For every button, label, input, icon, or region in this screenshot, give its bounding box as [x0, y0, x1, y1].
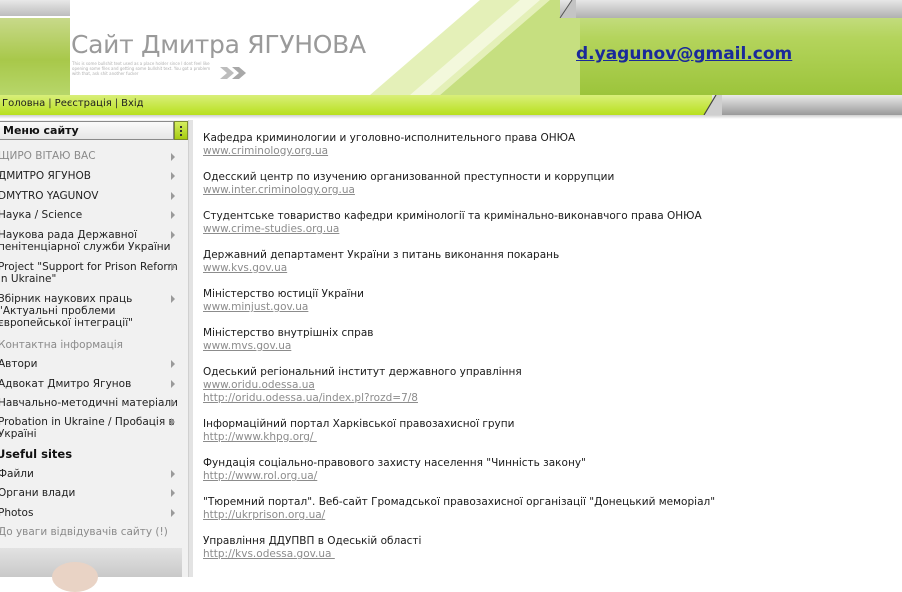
sidebar-item-authors[interactable]: Автори	[0, 358, 178, 370]
link-entry-url[interactable]: www.crime-studies.org.ua	[203, 223, 702, 236]
link-entry-url[interactable]: www.kvs.gov.ua	[203, 262, 559, 275]
chevron-right-icon	[171, 399, 175, 407]
link-entry-url[interactable]: http://kvs.odessa.gov.ua	[203, 548, 421, 561]
sidebar-item-scientific-works[interactable]: Збірник наукових праць "Актуальні пробле…	[0, 293, 178, 329]
link-entry: Управління ДДУПВП в Одеській області htt…	[203, 535, 421, 561]
link-entry-url[interactable]: http://www.khpg.org/	[203, 431, 514, 444]
nav-shadow	[0, 115, 902, 119]
sidebar-item-science[interactable]: Наука / Science	[0, 209, 178, 221]
sidebar-item-teaching-materials[interactable]: Навчально-методичні матеріали	[0, 397, 178, 409]
chevron-right-icon	[171, 153, 175, 161]
chevron-right-icon	[171, 231, 175, 239]
sidebar-item-photos[interactable]: Photos	[0, 507, 178, 519]
sidebar-photo	[0, 548, 182, 592]
nav-links: Головна | Реєстрація | Вхід	[2, 98, 144, 109]
link-entry: Кафедра криминологии и уголовно-исполнит…	[203, 132, 575, 158]
nav-bar-gray-edge	[703, 95, 722, 115]
link-entry: Міністерство внутрішніх справ www.mvs.go…	[203, 327, 373, 353]
link-entry-url[interactable]: http://oridu.odessa.ua/index.pl?rozd=7/8	[203, 392, 522, 405]
sidebar-menu-header: Меню сайту	[0, 121, 174, 140]
link-entry: Державний департамент України з питань в…	[203, 249, 559, 275]
link-entry: Одеський регіональний інститут державног…	[203, 366, 522, 405]
link-entry-url[interactable]: www.inter.criminology.org.ua	[203, 184, 614, 197]
nav-bar-gray-section	[712, 95, 902, 115]
link-entry-title: Інформаційний портал Харківської правоза…	[203, 418, 515, 430]
site-title[interactable]: Сайт Дмитра ЯГУНОВА	[71, 30, 366, 59]
link-entry-title: Міністерство внутрішніх справ	[203, 327, 374, 339]
sidebar-item-prison-reform-project[interactable]: Project "Support for Prison Reform in Uk…	[0, 261, 178, 285]
header-top-gray-edge	[559, 0, 576, 18]
nav-link-home[interactable]: Головна	[2, 98, 45, 109]
link-entry: Міністерство юстиції України www.minjust…	[203, 288, 364, 314]
chevron-right-icon	[171, 489, 175, 497]
link-entry-title: Фундація соціально-правового захисту нас…	[203, 457, 586, 469]
link-entry-title: Державний департамент України з питань в…	[203, 249, 560, 261]
double-chevron-icon	[220, 67, 246, 79]
sidebar-item-visitors-notice[interactable]: До уваги відвідувачів сайту (!)	[0, 526, 178, 538]
sidebar-divider	[188, 120, 193, 577]
site-tagline: This is some bullshit text used as a pla…	[72, 61, 211, 76]
sidebar-item-dmytro-yagunov-en[interactable]: DMYTRO YAGUNOV	[0, 190, 178, 202]
chevron-right-icon	[171, 380, 175, 388]
link-entry: Одесский центр по изучению организованно…	[203, 171, 614, 197]
chevron-right-icon	[171, 360, 175, 368]
sidebar-section-useful-sites: Useful sites	[0, 448, 73, 460]
link-entry: Інформаційний портал Харківської правоза…	[203, 418, 514, 444]
link-entry-title: Одесский центр по изучению организованно…	[203, 171, 615, 183]
link-entry-url[interactable]: www.mvs.gov.ua	[203, 340, 373, 353]
chevron-right-icon	[171, 295, 175, 303]
link-entry-title: "Тюремний портал". Веб-сайт Громадської …	[203, 496, 716, 508]
nav-separator: |	[48, 98, 52, 109]
email-link[interactable]: d.yagunov@gmail.com	[576, 44, 792, 64]
chevron-right-icon	[171, 172, 175, 180]
link-entry-url[interactable]: www.criminology.org.ua	[203, 145, 575, 158]
nav-link-register[interactable]: Реєстрація	[55, 98, 112, 109]
link-entry-url[interactable]: http://ukrprison.org.ua/	[203, 509, 715, 522]
link-entry: "Тюремний портал". Веб-сайт Громадської …	[203, 496, 715, 522]
link-entry-url[interactable]: www.minjust.gov.ua	[203, 301, 364, 314]
link-entry-title: Міністерство юстиції України	[203, 288, 364, 300]
link-entry-title: Одеський регіональний інститут державног…	[203, 366, 522, 378]
sidebar-menu-title: Меню сайту	[3, 124, 79, 137]
chevron-right-icon	[171, 418, 175, 426]
link-entry-url[interactable]: www.oridu.odessa.ua	[203, 379, 522, 392]
chevron-right-icon	[171, 211, 175, 219]
chevron-right-icon	[171, 470, 175, 478]
sidebar-item-files[interactable]: Файли	[0, 468, 178, 480]
sidebar-item-probation[interactable]: Probation in Ukraine / Пробація в Україн…	[0, 416, 178, 440]
nav-link-login[interactable]: Вхід	[121, 98, 143, 109]
link-entry: Студентське товариство кафедри криміноло…	[203, 210, 702, 236]
chevron-right-icon	[171, 263, 175, 271]
sidebar-item-contact-info[interactable]: Контактна інформація	[0, 339, 178, 351]
sidebar-item-scientific-council[interactable]: Наукова рада Державної пенітенціарної сл…	[0, 229, 178, 253]
sidebar-item-advocate[interactable]: Адвокат Дмитро Ягунов	[0, 378, 178, 390]
link-entry-title: Студентське товариство кафедри криміноло…	[203, 210, 702, 222]
header-top-gray-bar	[560, 0, 902, 18]
sidebar-item-dmytro-yagunov-ua[interactable]: ДМИТРО ЯГУНОВ	[0, 170, 178, 182]
sidebar-item-authorities[interactable]: Органи влади	[0, 487, 178, 499]
link-entry-title: Кафедра криминологии и уголовно-исполнит…	[203, 132, 576, 144]
chevron-right-icon	[171, 509, 175, 517]
sidebar-item-welcome[interactable]: ЩИРО ВІТАЮ ВАС	[0, 150, 178, 162]
link-entry-url[interactable]: http://www.rol.org.ua/	[203, 470, 586, 483]
nav-separator: |	[114, 98, 119, 109]
header-left-band	[0, 0, 70, 95]
sidebar-menu-toggle-button[interactable]	[174, 121, 188, 140]
link-entry-title: Управління ДДУПВП в Одеській області	[203, 535, 422, 547]
chevron-right-icon	[171, 192, 175, 200]
link-entry: Фундація соціально-правового захисту нас…	[203, 457, 586, 483]
